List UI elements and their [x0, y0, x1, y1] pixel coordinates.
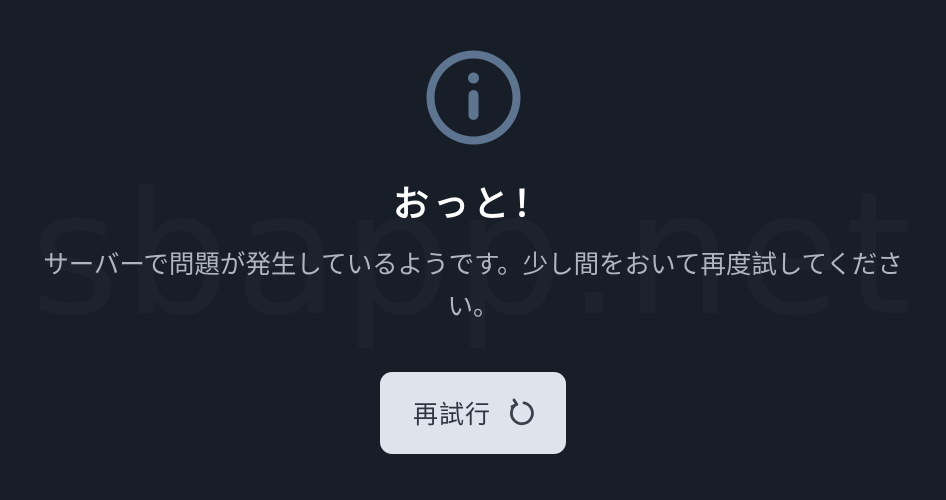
refresh-icon [510, 398, 534, 426]
retry-button[interactable]: 再試行 [380, 372, 566, 454]
retry-button-label: 再試行 [412, 400, 491, 429]
error-title: おっと！ [392, 184, 553, 225]
error-message: サーバーで問題が発生しているようです。少し間をおいて再度試してください。 [43, 250, 903, 322]
info-circle-icon [426, 50, 521, 145]
error-screen: おっと！ サーバーで問題が発生しているようです。少し間をおいて再度試してください… [0, 0, 946, 500]
